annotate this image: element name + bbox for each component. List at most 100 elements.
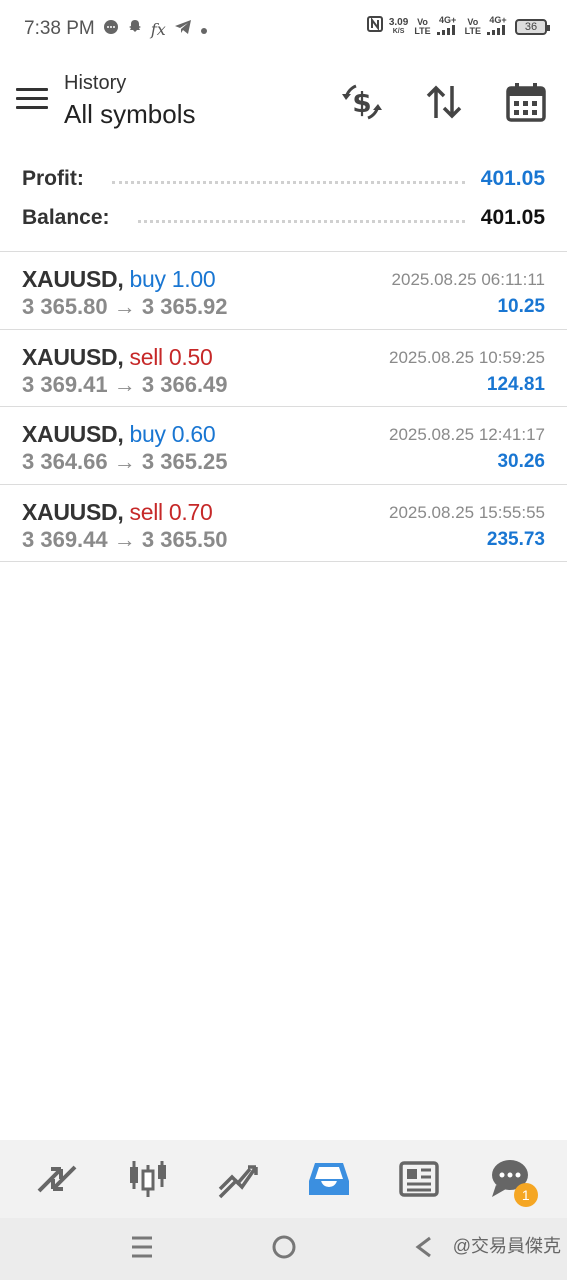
trade-icon [219,1165,258,1199]
sim2-volte: Vo LTE [464,17,481,36]
history-icon [308,1163,349,1195]
home-button[interactable] [271,1234,297,1265]
status-bar: 7:38 PM fx 3.09 K/S Vo LTE 4G+ Vo LTE 4G… [0,0,567,58]
trade-symbol-line: XAUUSD, sell 0.50 [22,343,213,371]
sort-button[interactable] [422,80,466,124]
trade-symbol: XAUUSD, [22,266,124,292]
trade-symbol: XAUUSD, [22,498,124,525]
sim1-volte-bottom: LTE [414,25,431,36]
nfc-icon [366,16,383,37]
trade-symbol: XAUUSD, [22,421,124,447]
trade-profit: 30.26 [497,451,545,472]
recents-icon [132,1236,152,1258]
sim1-volte: Vo LTE [414,17,431,36]
message-icon [103,19,119,40]
open-price: 3 369.41 [22,371,108,397]
arrow-icon: → [113,371,136,397]
app-header: History All symbols $ [0,60,567,145]
menu-button[interactable] [16,88,48,114]
open-price: 3 364.66 [22,449,108,474]
account-summary: Profit: 401.05 Balance: 401.05 [0,160,567,252]
watermark: @交易員傑克 [452,1236,561,1256]
calendar-icon [506,83,546,122]
trade-datetime: 2025.08.25 12:41:17 [389,425,545,444]
news-icon [399,1161,439,1197]
trade-symbol-line: XAUUSD, sell 0.70 [22,498,213,526]
open-price: 3 365.80 [22,294,108,319]
page-subtitle: History [64,72,127,94]
menu-icon [16,88,48,91]
home-icon [272,1235,296,1259]
balance-label: Balance: [22,206,110,229]
menu-icon-bar [16,97,48,100]
net-speed: 3.09 K/S [388,16,409,36]
trade-symbol: XAUUSD, [22,343,124,370]
arrow-icon: → [113,449,136,474]
battery-icon: 36 [515,18,550,35]
chart-icon [129,1161,166,1197]
close-price: 3 365.50 [141,526,228,552]
system-nav-bar: @交易員傑克 [0,1218,567,1280]
trade-row[interactable]: XAUUSD, buy 1.00 3 365.80 → 3 365.92 202… [0,252,567,330]
trade-list: XAUUSD, buy 1.00 3 365.80 → 3 365.92 202… [0,252,567,562]
sim2-volte-bottom: LTE [464,25,481,36]
balance-value: 401.05 [480,206,545,229]
trade-prices: 3 364.66 → 3 365.25 [22,449,228,475]
tab-chart[interactable] [118,1149,178,1209]
bottom-tab-bar: 1 [0,1140,567,1218]
sort-icon [426,85,462,119]
currency-exchange-icon: $ [342,84,382,120]
recents-button[interactable] [130,1234,154,1265]
quotes-icon [37,1165,77,1193]
tab-chat[interactable]: 1 [480,1149,540,1209]
snapchat-icon [127,19,143,40]
trade-side: sell 0.50 [129,343,213,370]
divider [137,219,465,223]
page-title[interactable]: All symbols [64,99,195,130]
trade-side: sell 0.70 [129,498,213,525]
profit-row: Profit: 401.05 [22,164,545,194]
svg-text:$: $ [352,86,371,119]
net-speed-value: 3.09 [388,16,409,28]
signal-icon [436,25,455,35]
arrow-icon: → [113,294,136,319]
close-price: 3 366.49 [141,371,228,397]
back-button[interactable] [414,1234,434,1265]
sim1-signal: 4G+ [436,15,459,37]
status-right: 3.09 K/S Vo LTE 4G+ Vo LTE 4G+ 36 [366,15,550,37]
dot-icon [200,19,208,40]
trade-row[interactable]: XAUUSD, sell 0.50 3 369.41 → 3 366.49 20… [0,330,567,407]
tab-trade[interactable] [208,1149,268,1209]
profit-value: 401.05 [480,167,545,190]
profit-label: Profit: [22,167,84,190]
trade-prices: 3 369.41 → 3 366.49 [22,372,228,398]
menu-icon-bar [16,106,48,109]
trade-datetime: 2025.08.25 10:59:25 [389,347,545,367]
trade-row[interactable]: XAUUSD, sell 0.70 3 369.44 → 3 365.50 20… [0,485,567,562]
trade-prices: 3 369.44 → 3 365.50 [22,527,228,553]
signal-icon [487,25,505,35]
calendar-button[interactable] [504,80,548,124]
balance-row: Balance: 401.05 [22,203,545,233]
telegram-icon [174,19,192,40]
tab-history[interactable] [299,1149,359,1209]
header-titles: History All symbols [64,72,195,130]
currency-exchange-button[interactable]: $ [340,80,384,124]
trade-row[interactable]: XAUUSD, buy 0.60 3 364.66 → 3 365.25 202… [0,407,567,485]
open-price: 3 369.44 [22,526,108,552]
trade-profit: 235.73 [486,528,545,550]
trade-side: buy 0.60 [129,421,216,447]
trade-datetime: 2025.08.25 15:55:55 [389,502,545,522]
trade-symbol-line: XAUUSD, buy 1.00 [22,266,216,293]
arrow-icon: → [113,526,136,552]
close-price: 3 365.25 [141,449,228,474]
tab-quotes[interactable] [27,1149,87,1209]
close-price: 3 365.92 [141,294,228,319]
chat-badge: 1 [513,1183,538,1207]
trade-prices: 3 365.80 → 3 365.92 [22,294,228,320]
trade-side: buy 1.00 [129,266,216,292]
status-time: 7:38 PM [24,18,95,39]
tab-news[interactable] [389,1149,449,1209]
sim1-net-type: 4G+ [439,15,457,25]
sim2-net-type: 4G+ [489,15,507,25]
